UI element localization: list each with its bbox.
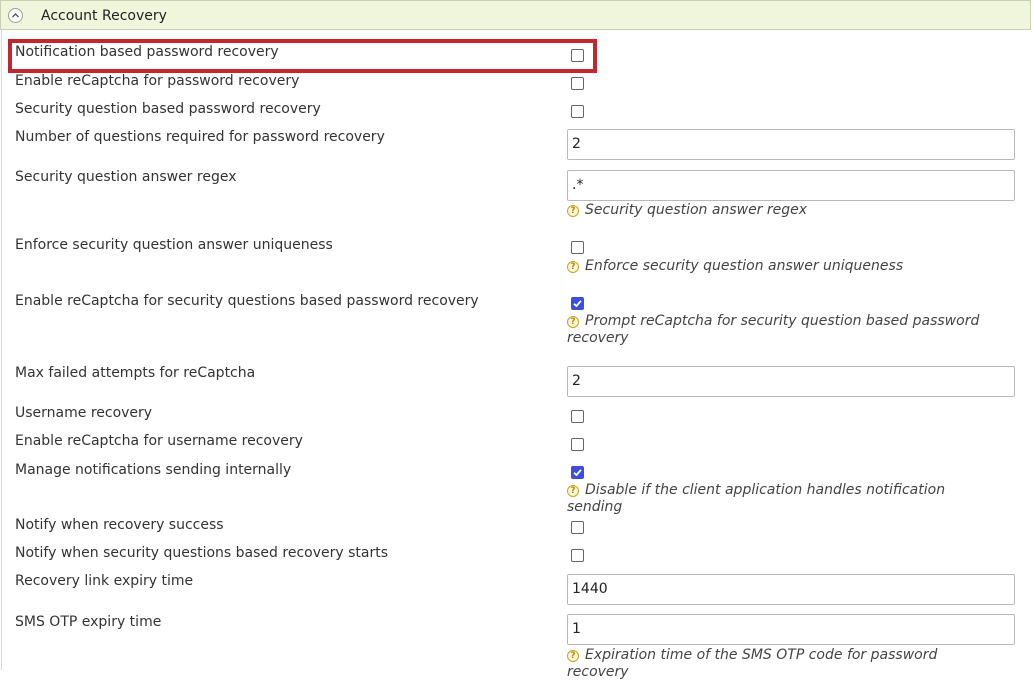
section-title: Account Recovery — [41, 8, 167, 24]
username-recovery-checkbox[interactable] — [571, 410, 584, 423]
answer-uniqueness-label: Enforce security question answer uniquen… — [15, 237, 333, 253]
help-icon: ? — [567, 650, 579, 662]
help-icon: ? — [567, 261, 579, 273]
recovery-link-expiry-label: Recovery link expiry time — [15, 573, 194, 589]
answer-regex-label: Security question answer regex — [15, 169, 237, 185]
recaptcha-security-questions-checkbox[interactable] — [571, 297, 584, 310]
manage-notifications-checkbox[interactable] — [571, 466, 584, 479]
chevron-up-icon[interactable] — [8, 8, 23, 23]
help-text: Expiration time of the SMS OTP code for … — [567, 647, 938, 680]
manage-notifications-help: ? Disable if the client application handl… — [567, 482, 997, 516]
recaptcha-username-recovery-checkbox[interactable] — [571, 438, 584, 451]
sms-otp-expiry-help: ? Expiration time of the SMS OTP code for… — [567, 647, 997, 681]
help-text: Enforce security question answer uniquen… — [585, 258, 904, 274]
notify-security-questions-start-label: Notify when security questions based rec… — [15, 545, 388, 561]
answer-uniqueness-checkbox[interactable] — [571, 241, 584, 254]
username-recovery-label: Username recovery — [15, 405, 153, 421]
answer-uniqueness-help: ? Enforce security question answer unique… — [567, 258, 997, 275]
help-icon: ? — [567, 316, 579, 328]
help-text: Disable if the client application handle… — [567, 482, 946, 515]
help-text: Prompt reCaptcha for security question b… — [567, 313, 980, 346]
max-failed-attempts-label: Max failed attempts for reCaptcha — [15, 365, 256, 381]
help-icon: ? — [567, 205, 579, 217]
sms-otp-expiry-input[interactable]: 1 — [567, 614, 1015, 645]
section-header[interactable]: Account Recovery — [0, 0, 1031, 30]
notification-based-recovery-checkbox[interactable] — [571, 49, 584, 62]
notify-recovery-success-label: Notify when recovery success — [15, 517, 224, 533]
recaptcha-username-recovery-label: Enable reCaptcha for username recovery — [15, 433, 303, 449]
answer-regex-input[interactable]: .* — [567, 170, 1015, 201]
questions-required-label: Number of questions required for passwor… — [15, 129, 385, 145]
recaptcha-password-recovery-label: Enable reCaptcha for password recovery — [15, 73, 300, 89]
help-icon: ? — [567, 485, 579, 497]
sms-otp-expiry-label: SMS OTP expiry time — [15, 614, 162, 630]
section-border — [1, 30, 2, 670]
recaptcha-security-questions-help: ? Prompt reCaptcha for security question … — [567, 313, 997, 347]
questions-required-input[interactable]: 2 — [567, 129, 1015, 160]
answer-regex-help: ? Security question answer regex — [567, 202, 997, 219]
help-text: Security question answer regex — [585, 202, 808, 218]
recaptcha-security-questions-label: Enable reCaptcha for security questions … — [15, 293, 479, 309]
security-question-recovery-checkbox[interactable] — [571, 105, 584, 118]
recovery-link-expiry-input[interactable]: 1440 — [567, 574, 1015, 605]
notify-security-questions-start-checkbox[interactable] — [571, 549, 584, 562]
max-failed-attempts-input[interactable]: 2 — [567, 366, 1015, 397]
notify-recovery-success-checkbox[interactable] — [571, 521, 584, 534]
recaptcha-password-recovery-checkbox[interactable] — [571, 77, 584, 90]
security-question-recovery-label: Security question based password recover… — [15, 101, 321, 117]
manage-notifications-label: Manage notifications sending internally — [15, 462, 292, 478]
notification-based-recovery-label: Notification based password recovery — [15, 44, 279, 60]
